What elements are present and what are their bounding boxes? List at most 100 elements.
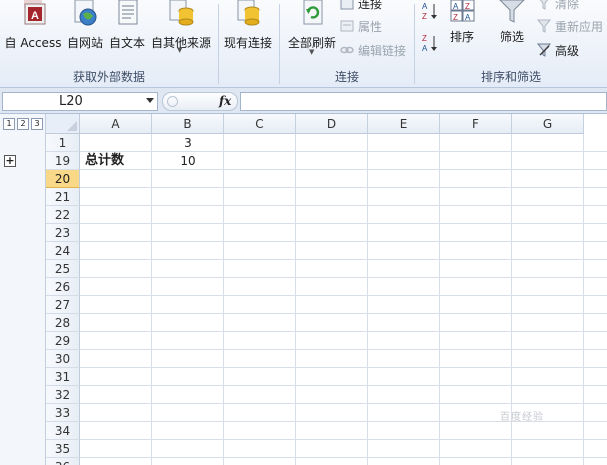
column-header-e[interactable]: E	[368, 114, 440, 134]
svg-text:A: A	[422, 2, 428, 11]
row-header-28[interactable]: 28	[46, 314, 80, 332]
group-connections: 全部刷新 ▼ 连接 属性 编辑链接 连接	[280, 0, 414, 88]
row-header-27[interactable]: 27	[46, 296, 80, 314]
column-header-a[interactable]: A	[80, 114, 152, 134]
sort-descending-button[interactable]: Z A	[421, 34, 439, 53]
column-header-b[interactable]: B	[152, 114, 224, 134]
column-header-g[interactable]: G	[512, 114, 584, 134]
row-header-20-active[interactable]: 20	[46, 170, 80, 188]
clear-filter-button[interactable]: 清除	[537, 0, 579, 12]
column-header-c[interactable]: C	[224, 114, 296, 134]
row-header-35[interactable]: 35	[46, 440, 80, 458]
clear-label: 清除	[555, 0, 580, 11]
outline-level-3-button[interactable]: 3	[31, 118, 43, 130]
existing-connections-button[interactable]: 现有连接	[222, 0, 274, 51]
edit-links-label: 编辑链接	[358, 43, 407, 58]
svg-text:A: A	[453, 2, 459, 11]
insert-function-button[interactable]: fx	[219, 93, 231, 110]
row-header-24[interactable]: 24	[46, 242, 80, 260]
clear-filter-icon	[539, 0, 549, 10]
connections-button[interactable]: 连接	[340, 0, 382, 12]
access-db-icon: A	[24, 0, 46, 25]
svg-text:A: A	[31, 10, 39, 22]
row-header-26[interactable]: 26	[46, 278, 80, 296]
sort-button[interactable]: A Z Z A 排序	[445, 0, 479, 45]
sort-label: 排序	[449, 30, 474, 44]
watermark: 百度经验	[500, 412, 544, 423]
row-header-29[interactable]: 29	[46, 332, 80, 350]
svg-text:Z: Z	[453, 13, 458, 22]
svg-text:Z: Z	[465, 2, 470, 11]
database-stack-icon	[169, 0, 194, 26]
outline-pane: 1 2 3 +	[0, 114, 46, 465]
filter-label: 筛选	[499, 30, 524, 44]
link-icon	[340, 0, 354, 10]
funnel-icon	[499, 0, 525, 23]
svg-text:A: A	[465, 13, 471, 22]
existing-connections-label: 现有连接	[223, 36, 272, 50]
row-header-1[interactable]: 1	[46, 134, 80, 152]
from-web-button[interactable]: 自网站	[64, 0, 106, 51]
row-header-21[interactable]: 21	[46, 188, 80, 206]
text-file-icon	[118, 0, 138, 25]
reapply-icon	[537, 19, 551, 33]
resize-handle-icon[interactable]	[167, 96, 178, 107]
sort-dialog-icon: A Z Z A	[450, 0, 475, 22]
expand-group-button[interactable]: +	[4, 155, 16, 167]
cell-b1[interactable]: 3	[152, 134, 224, 152]
refresh-all-button[interactable]: 全部刷新 ▼	[284, 0, 340, 56]
select-all-icon	[67, 121, 77, 131]
from-access-button[interactable]: A 自 Access	[4, 0, 62, 51]
group-label-external-data: 获取外部数据	[72, 70, 145, 84]
filter-button[interactable]: 筛选	[495, 0, 529, 45]
advanced-filter-button[interactable]: 高级	[537, 41, 579, 59]
advanced-label: 高级	[555, 43, 580, 58]
row-header-34[interactable]: 34	[46, 422, 80, 440]
row-header-31[interactable]: 31	[46, 368, 80, 386]
dropdown-caret-icon: ▼	[309, 48, 315, 56]
cell-b19[interactable]: 10	[152, 152, 224, 170]
row-header-36[interactable]: 36	[46, 458, 80, 465]
column-header-d[interactable]: D	[296, 114, 368, 134]
connection-cylinder-icon	[237, 0, 260, 26]
sort-az-icon: A Z	[422, 2, 437, 21]
edit-links-button[interactable]: 编辑链接	[340, 41, 406, 59]
outline-level-2-button[interactable]: 2	[17, 118, 29, 130]
ribbon-data-tab: A 自 Access 自网站 自文本 自其他来源 ▼ 获取外部数据 现有连接 全…	[0, 0, 607, 88]
row-header-32[interactable]: 32	[46, 386, 80, 404]
outline-level-1-button[interactable]: 1	[3, 118, 15, 130]
chain-link-icon	[340, 46, 354, 54]
row-header-30[interactable]: 30	[46, 350, 80, 368]
formula-input[interactable]	[240, 92, 607, 111]
column-headers: A B C D E F G	[80, 114, 607, 134]
from-access-label: 自 Access	[4, 36, 62, 50]
reapply-button[interactable]: 重新应用	[537, 17, 603, 35]
from-text-button[interactable]: 自文本	[107, 0, 147, 51]
name-box-value: L20	[59, 94, 83, 109]
refresh-icon	[303, 0, 323, 25]
sort-za-icon: Z A	[422, 34, 437, 53]
from-other-sources-button[interactable]: 自其他来源 ▼	[150, 0, 212, 54]
formula-controls: fx	[162, 92, 238, 111]
svg-text:A: A	[422, 44, 428, 53]
chevron-down-icon[interactable]	[146, 98, 154, 103]
row-header-25[interactable]: 25	[46, 260, 80, 278]
row-header-19[interactable]: 19	[46, 152, 80, 170]
globe-icon	[74, 0, 97, 26]
connections-label: 连接	[358, 0, 383, 11]
row-header-22[interactable]: 22	[46, 206, 80, 224]
properties-label: 属性	[358, 19, 383, 34]
cell-a19[interactable]: 总计数	[85, 152, 151, 170]
reapply-label: 重新应用	[555, 19, 604, 34]
name-box[interactable]: L20	[2, 92, 158, 111]
row-header-33[interactable]: 33	[46, 404, 80, 422]
svg-text:Z: Z	[422, 12, 427, 21]
row-header-23[interactable]: 23	[46, 224, 80, 242]
excel-window: A 自 Access 自网站 自文本 自其他来源 ▼ 获取外部数据 现有连接 全…	[0, 0, 607, 465]
sort-ascending-button[interactable]: A Z	[421, 2, 439, 21]
properties-button[interactable]: 属性	[340, 17, 382, 35]
group-label-connections: 连接	[334, 70, 359, 84]
column-header-f[interactable]: F	[440, 114, 512, 134]
select-all-button[interactable]	[46, 114, 80, 134]
properties-icon	[340, 20, 354, 32]
